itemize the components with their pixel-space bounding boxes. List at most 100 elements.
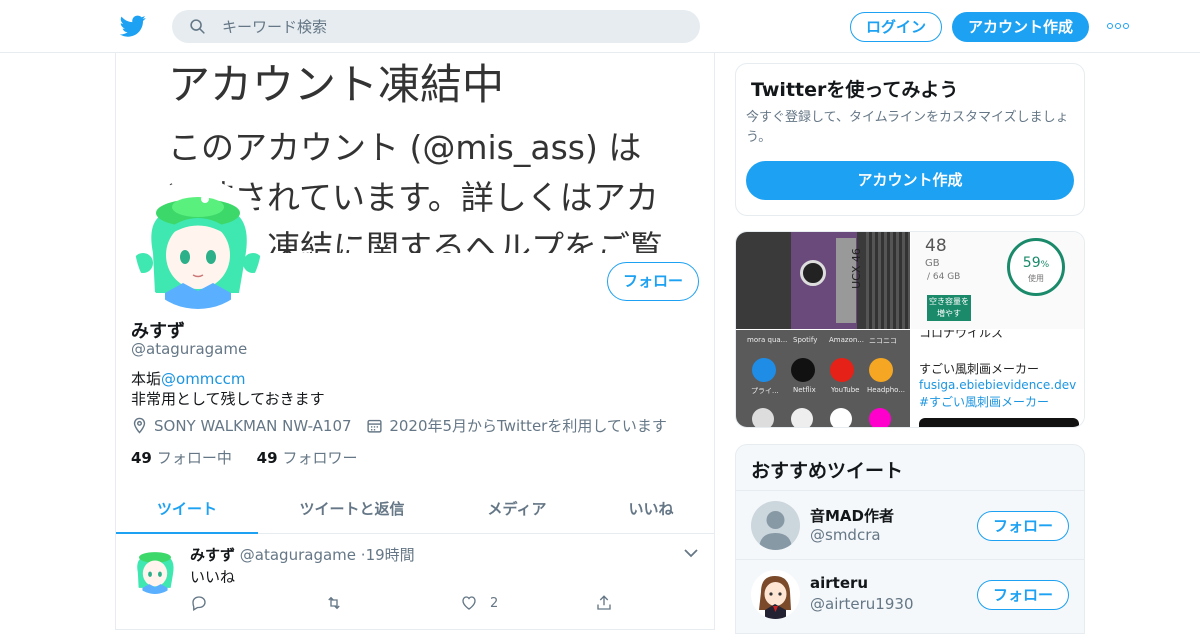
profile-avatar[interactable] <box>131 179 265 313</box>
tweet-time[interactable]: 19時間 <box>366 546 415 564</box>
recommended-user-name[interactable]: airteru <box>810 574 868 592</box>
avatar-illustration <box>135 195 261 309</box>
bio-line-2: 非常用として残しておきます <box>131 390 325 408</box>
bio-mention-link[interactable]: @ommccm <box>161 370 246 388</box>
storage-free-button: 空き容量を増やす <box>927 295 971 321</box>
storage-total: / 64 GB <box>927 272 961 282</box>
search-box[interactable] <box>172 10 700 43</box>
cassette-reel <box>800 260 826 286</box>
follow-button[interactable]: フォロー <box>977 511 1069 541</box>
tweet-avatar[interactable] <box>131 546 179 594</box>
app-label: プライ... <box>751 387 779 395</box>
app-label: mora qua... <box>747 336 788 344</box>
reply-button[interactable] <box>190 594 220 612</box>
reply-icon <box>192 596 206 611</box>
following-link[interactable]: 49 フォロー中 <box>131 449 232 467</box>
tweet-item[interactable]: みすず @ataguragame ·19時間 いいね 2 <box>116 534 714 630</box>
share-icon <box>597 595 611 610</box>
cassette-grille <box>866 232 910 329</box>
storage-pct-sign: % <box>1040 260 1050 270</box>
storage-pct: 59 <box>1022 255 1041 271</box>
recommended-title: おすすめツイート <box>751 460 904 482</box>
recommended-user[interactable]: airteru @airteru1930 フォロー <box>736 559 1084 628</box>
location-pin-icon <box>133 417 146 434</box>
signup-button[interactable]: アカウント作成 <box>952 12 1089 42</box>
app-label: Headpho... <box>867 386 906 394</box>
follow-button[interactable]: フォロー <box>977 580 1069 610</box>
app-icon <box>791 408 813 427</box>
retweet-icon <box>328 596 340 610</box>
like-button[interactable]: 2 <box>460 594 498 612</box>
tab-tweets[interactable]: ツイート <box>116 484 258 534</box>
tweet-author-name[interactable]: みすず <box>190 546 235 564</box>
media-text-link: fusiga.ebiebievidence.dev #すごい風刺画メーカー <box>919 378 1077 409</box>
app-icon <box>869 408 891 427</box>
signup-card-title: Twitterを使ってみよう <box>751 79 959 101</box>
storage-pct-row: 59% <box>1010 255 1062 271</box>
media-text-top: コロナウイルス <box>919 330 1004 340</box>
recommended-card: おすすめツイート 音MAD作者 @smdcra フォロー airteru @ai… <box>735 444 1085 634</box>
signup-card-desc: 今すぐ登録して、タイムラインをカスタマイズしましょう。 <box>746 110 1069 145</box>
app-label: Netflix <box>793 386 816 394</box>
media-thumb-cassette[interactable]: UCX 46 <box>736 232 910 329</box>
retweet-button[interactable] <box>324 594 356 612</box>
tweet-actions: 2 <box>190 594 640 614</box>
media-thumb-storage[interactable]: 48 GB / 64 GB 空き容量を増やす 59% 使用 <box>911 232 1084 329</box>
default-avatar-icon[interactable] <box>751 501 800 550</box>
tab-tweets-replies[interactable]: ツイートと返信 <box>258 484 446 534</box>
login-button[interactable]: ログイン <box>850 12 942 42</box>
tab-likes[interactable]: いいね <box>588 484 714 534</box>
banner-title: アカウント凍結中 <box>168 60 505 109</box>
twitter-logo-icon[interactable] <box>120 13 146 39</box>
tab-media[interactable]: メディア <box>446 484 588 534</box>
more-options-icon[interactable] <box>1107 23 1131 31</box>
join-date: 2020年5月からTwitterを利用しています <box>366 415 667 436</box>
tweet-header: みすず @ataguragame ·19時間 <box>190 544 415 565</box>
media-dark-bar <box>919 418 1079 427</box>
media-thumb-apps[interactable]: mora qua... Spotify Amazon... ニコニコ プライ..… <box>736 330 910 427</box>
storage-value: 48 <box>925 236 947 256</box>
signup-card-button[interactable]: アカウント作成 <box>746 161 1074 200</box>
app-label: ニコニコ <box>869 337 897 345</box>
like-count: 2 <box>490 595 499 611</box>
followers-count: 49 <box>256 449 278 467</box>
youtube-icon <box>830 358 854 382</box>
followers-label: フォロワー <box>282 449 358 467</box>
profile-handle: @ataguragame <box>131 340 248 358</box>
bio-text: 本垢 <box>131 370 162 388</box>
recommended-user-handle: @smdcra <box>810 526 881 544</box>
search-input[interactable] <box>222 10 682 43</box>
heart-icon <box>462 596 476 610</box>
avatar-illustration <box>759 576 791 619</box>
media-grid: UCX 46 48 GB / 64 GB 空き容量を増やす 59% 使用 mor… <box>735 231 1085 428</box>
location-text: SONY WALKMAN NW-A107 <box>154 416 352 435</box>
recommended-user-handle: @airteru1930 <box>810 595 914 613</box>
followers-link[interactable]: 49 フォロワー <box>257 449 358 467</box>
recommended-user[interactable]: 音MAD作者 @smdcra フォロー <box>736 490 1084 559</box>
storage-unit: GB <box>925 258 940 269</box>
profile-bio: 本垢@ommccm 非常用として残しておきます <box>131 369 325 409</box>
following-label: フォロー中 <box>156 449 232 467</box>
follow-button[interactable]: フォロー <box>607 262 699 301</box>
tweet-author-handle[interactable]: @ataguragame <box>240 546 356 564</box>
app-label: YouTube <box>831 386 860 394</box>
profile-column: アカウント凍結中 このアカウント (@mis_ass) は凍結されています。詳し… <box>115 53 715 630</box>
media-thumb-text[interactable]: コロナウイルス すごい風刺画メーカー fusiga.ebiebievidence… <box>911 330 1084 427</box>
user-avatar[interactable] <box>751 570 800 619</box>
location: SONY WALKMAN NW-A107 <box>131 417 352 435</box>
tweet-text: いいね <box>190 568 236 586</box>
netflix-icon <box>791 358 815 382</box>
play-store-icon <box>830 408 852 427</box>
profile-stats: 49 フォロー中 49 フォロワー <box>131 447 378 468</box>
calendar-icon <box>367 419 382 433</box>
recommended-user-name[interactable]: 音MAD作者 <box>810 505 894 526</box>
app-icon <box>752 408 774 427</box>
profile-tabs: ツイート ツイートと返信 メディア いいね <box>116 484 714 534</box>
share-button[interactable] <box>595 594 625 612</box>
signup-card: Twitterを使ってみよう 今すぐ登録して、タイムラインをカスタマイズしましょ… <box>735 63 1085 216</box>
profile-meta: SONY WALKMAN NW-A107 2020年5月からTwitterを利用… <box>131 415 677 438</box>
headphones-icon <box>869 358 893 382</box>
prime-video-icon <box>752 358 776 382</box>
top-bar: ログイン アカウント作成 <box>0 0 1200 53</box>
chevron-down-icon[interactable] <box>684 548 698 558</box>
